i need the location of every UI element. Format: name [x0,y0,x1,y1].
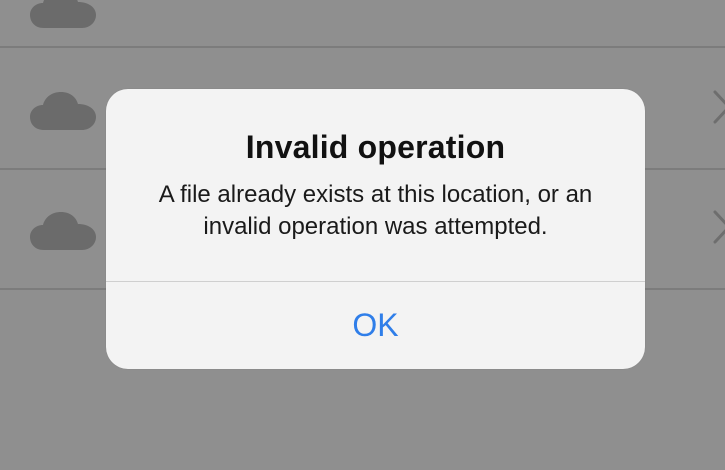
alert-dialog: Invalid operation A file already exists … [106,89,645,369]
screen: Invalid operation A file already exists … [0,0,725,470]
alert-title: Invalid operation [245,129,506,165]
alert-message: A file already exists at this location, … [158,181,593,240]
ok-button[interactable]: OK [106,282,645,369]
